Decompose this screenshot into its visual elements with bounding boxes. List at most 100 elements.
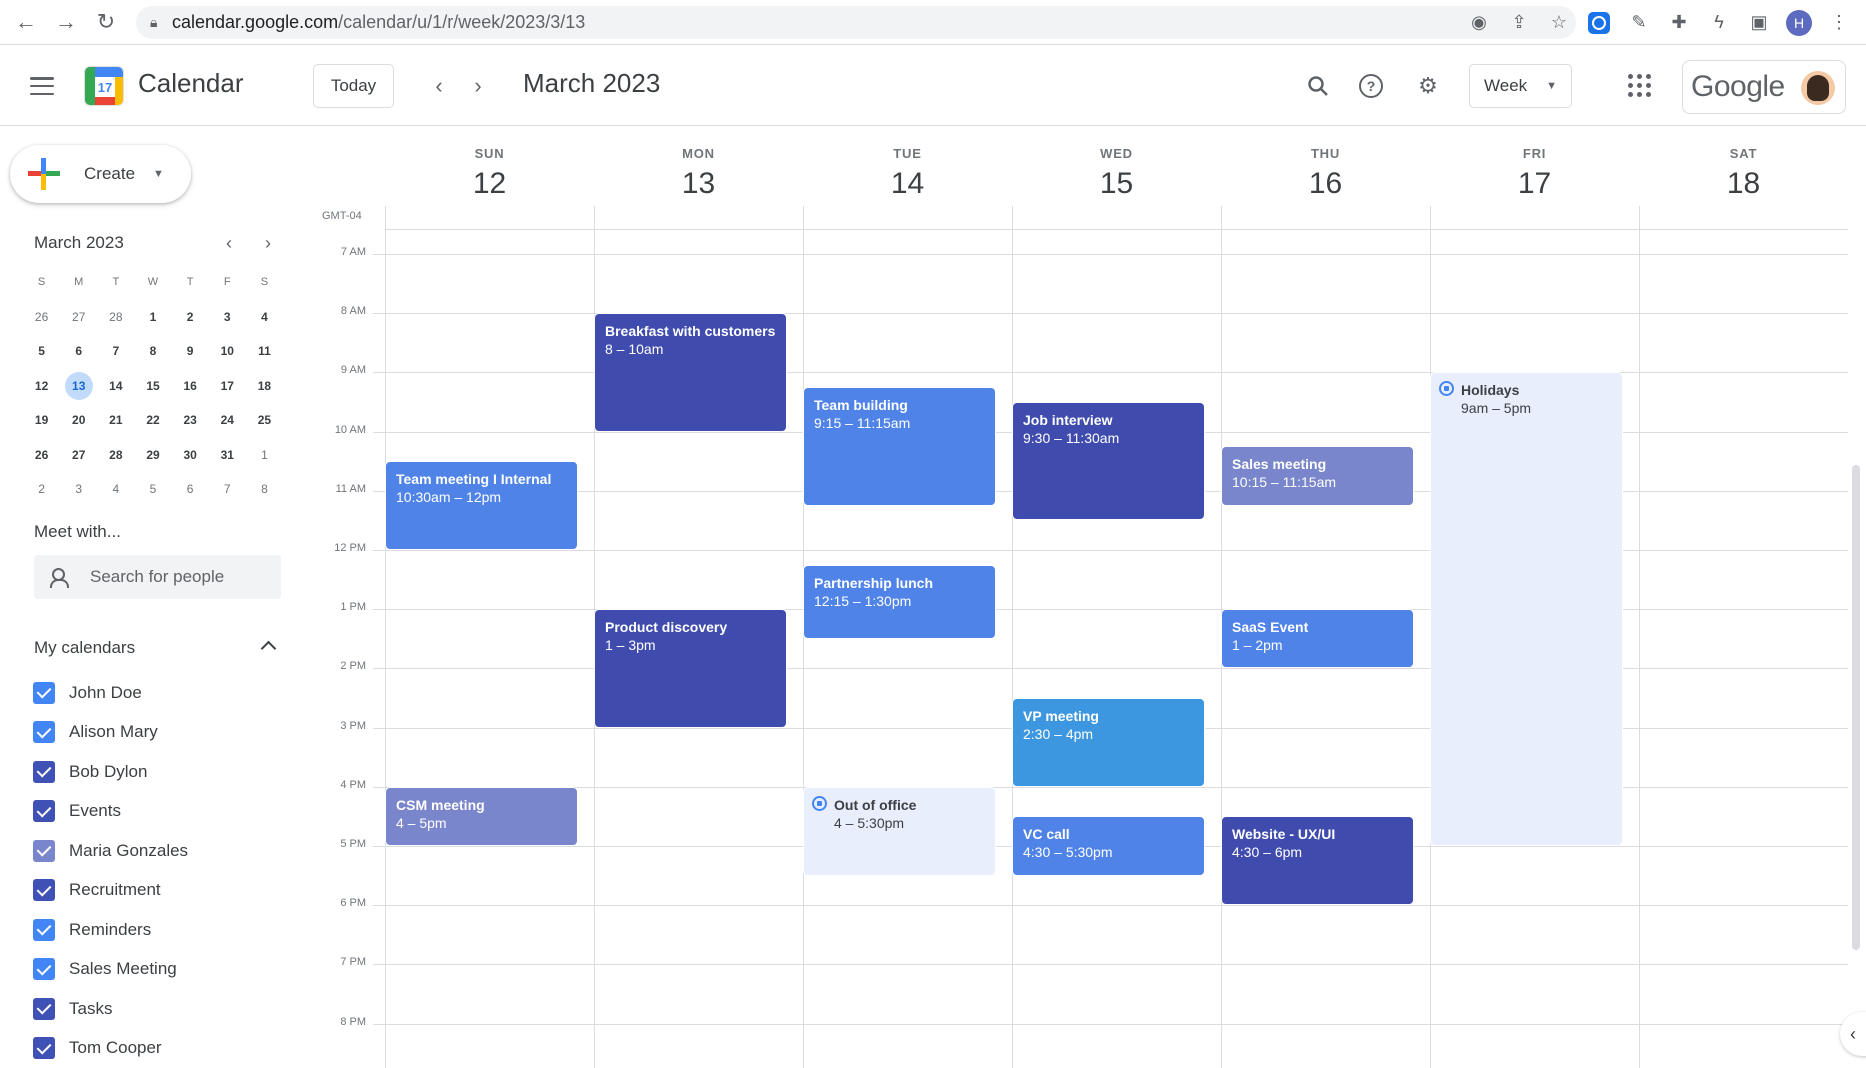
user-avatar[interactable] <box>1801 71 1835 105</box>
calendar-item[interactable]: Tom Cooper <box>33 1029 188 1068</box>
mini-day[interactable]: 5 <box>23 336 60 366</box>
calendar-item[interactable]: Maria Gonzales <box>33 831 188 871</box>
mini-day[interactable]: 3 <box>60 474 97 504</box>
mini-day[interactable]: 30 <box>172 440 209 470</box>
calendar-checkbox[interactable] <box>33 998 55 1020</box>
mini-day[interactable]: 4 <box>246 302 283 332</box>
sidepanel-icon[interactable]: ▣ <box>1746 10 1772 36</box>
profile-avatar[interactable]: H <box>1786 10 1812 36</box>
calendar-event[interactable]: Holidays9am – 5pm <box>1430 372 1623 846</box>
calendar-event[interactable]: VP meeting2:30 – 4pm <box>1012 698 1205 787</box>
mini-next-month-icon[interactable]: › <box>265 233 271 254</box>
search-icon[interactable] <box>1300 68 1336 104</box>
day-number[interactable]: 12 <box>385 167 594 201</box>
bolt-icon[interactable]: ϟ <box>1706 10 1732 36</box>
day-header[interactable]: SUN12 <box>385 146 594 201</box>
mini-day[interactable]: 16 <box>172 371 209 401</box>
star-icon[interactable]: ☆ <box>1546 10 1572 36</box>
mini-day[interactable]: 8 <box>246 474 283 504</box>
next-week-icon[interactable]: › <box>460 68 496 104</box>
mini-day[interactable]: 28 <box>97 440 134 470</box>
help-icon[interactable]: ? <box>1353 68 1389 104</box>
share-icon[interactable]: ⇪ <box>1506 10 1532 36</box>
calendar-event[interactable]: Sales meeting10:15 – 11:15am <box>1221 446 1414 505</box>
calendar-event[interactable]: Job interview9:30 – 11:30am <box>1012 402 1205 520</box>
eye-icon[interactable]: ◉ <box>1466 10 1492 36</box>
mini-day[interactable]: 4 <box>97 474 134 504</box>
calendar-event[interactable]: Product discovery1 – 3pm <box>594 609 787 727</box>
google-apps-icon[interactable] <box>1628 74 1652 98</box>
calendar-checkbox[interactable] <box>33 1037 55 1059</box>
calendar-event[interactable]: Website - UX/UI4:30 – 6pm <box>1221 816 1414 905</box>
day-header[interactable]: THU16 <box>1221 146 1430 201</box>
calendar-event[interactable]: CSM meeting4 – 5pm <box>385 787 578 846</box>
calendar-item[interactable]: Tasks <box>33 989 188 1029</box>
search-people-input[interactable]: Search for people <box>34 555 281 599</box>
today-button[interactable]: Today <box>313 64 394 108</box>
calendar-item[interactable]: John Doe <box>33 673 188 713</box>
calendar-logo-icon[interactable]: 17 <box>84 66 124 106</box>
calendar-event[interactable]: Team building9:15 – 11:15am <box>803 387 996 505</box>
mini-day[interactable]: 26 <box>23 440 60 470</box>
day-number[interactable]: 17 <box>1430 167 1639 201</box>
calendar-checkbox[interactable] <box>33 879 55 901</box>
chevron-up-icon[interactable] <box>258 636 278 656</box>
mini-day[interactable]: 19 <box>23 405 60 435</box>
day-header[interactable]: WED15 <box>1012 146 1221 201</box>
calendar-checkbox[interactable] <box>33 800 55 822</box>
calendar-item[interactable]: Reminders <box>33 910 188 950</box>
mini-day[interactable]: 20 <box>60 405 97 435</box>
mini-day-today[interactable]: 13 <box>60 371 97 401</box>
create-button[interactable]: Create ▼ <box>10 145 191 203</box>
calendar-checkbox[interactable] <box>33 958 55 980</box>
calendar-checkbox[interactable] <box>33 682 55 704</box>
mini-day[interactable]: 2 <box>172 302 209 332</box>
mini-day[interactable]: 25 <box>246 405 283 435</box>
mini-day[interactable]: 31 <box>209 440 246 470</box>
calendar-checkbox[interactable] <box>33 840 55 862</box>
reload-icon[interactable]: ↻ <box>86 2 126 42</box>
day-header[interactable]: TUE14 <box>803 146 1012 201</box>
calendar-checkbox[interactable] <box>33 721 55 743</box>
mini-day[interactable]: 22 <box>134 405 171 435</box>
day-number[interactable]: 16 <box>1221 167 1430 201</box>
eyedropper-icon[interactable]: ✎ <box>1626 10 1652 36</box>
settings-gear-icon[interactable]: ⚙ <box>1410 68 1446 104</box>
mini-day[interactable]: 10 <box>209 336 246 366</box>
mini-day[interactable]: 27 <box>60 440 97 470</box>
mini-day[interactable]: 5 <box>134 474 171 504</box>
mini-day[interactable]: 26 <box>23 302 60 332</box>
mini-day[interactable]: 21 <box>97 405 134 435</box>
prev-week-icon[interactable]: ‹ <box>421 68 457 104</box>
mini-day[interactable]: 8 <box>134 336 171 366</box>
mini-day[interactable]: 24 <box>209 405 246 435</box>
mini-day[interactable]: 3 <box>209 302 246 332</box>
mini-day[interactable]: 23 <box>172 405 209 435</box>
day-number[interactable]: 13 <box>594 167 803 201</box>
my-calendars-title[interactable]: My calendars <box>34 638 135 658</box>
mini-day[interactable]: 11 <box>246 336 283 366</box>
day-number[interactable]: 14 <box>803 167 1012 201</box>
more-vert-icon[interactable]: ⋮ <box>1826 10 1852 36</box>
forward-icon[interactable]: → <box>46 2 86 42</box>
mini-day[interactable]: 27 <box>60 302 97 332</box>
mini-day[interactable]: 28 <box>97 302 134 332</box>
mini-day[interactable]: 6 <box>60 336 97 366</box>
calendar-item[interactable]: Events <box>33 792 188 832</box>
mini-day[interactable]: 14 <box>97 371 134 401</box>
mini-prev-month-icon[interactable]: ‹ <box>226 233 232 254</box>
calendar-item[interactable]: Alison Mary <box>33 713 188 753</box>
back-icon[interactable]: ← <box>6 2 46 42</box>
account-switcher[interactable]: Google <box>1682 60 1846 114</box>
calendar-checkbox[interactable] <box>33 919 55 941</box>
day-header[interactable]: MON13 <box>594 146 803 201</box>
grid-scrollbar[interactable] <box>1852 465 1860 950</box>
mini-day[interactable]: 29 <box>134 440 171 470</box>
day-header[interactable]: SAT18 <box>1639 146 1848 201</box>
mini-day[interactable]: 9 <box>172 336 209 366</box>
calendar-item[interactable]: Sales Meeting <box>33 950 188 990</box>
puzzle-icon[interactable]: ✚ <box>1666 10 1692 36</box>
mini-day[interactable]: 6 <box>172 474 209 504</box>
extension-blue-icon[interactable] <box>1586 10 1612 36</box>
mini-day[interactable]: 7 <box>97 336 134 366</box>
